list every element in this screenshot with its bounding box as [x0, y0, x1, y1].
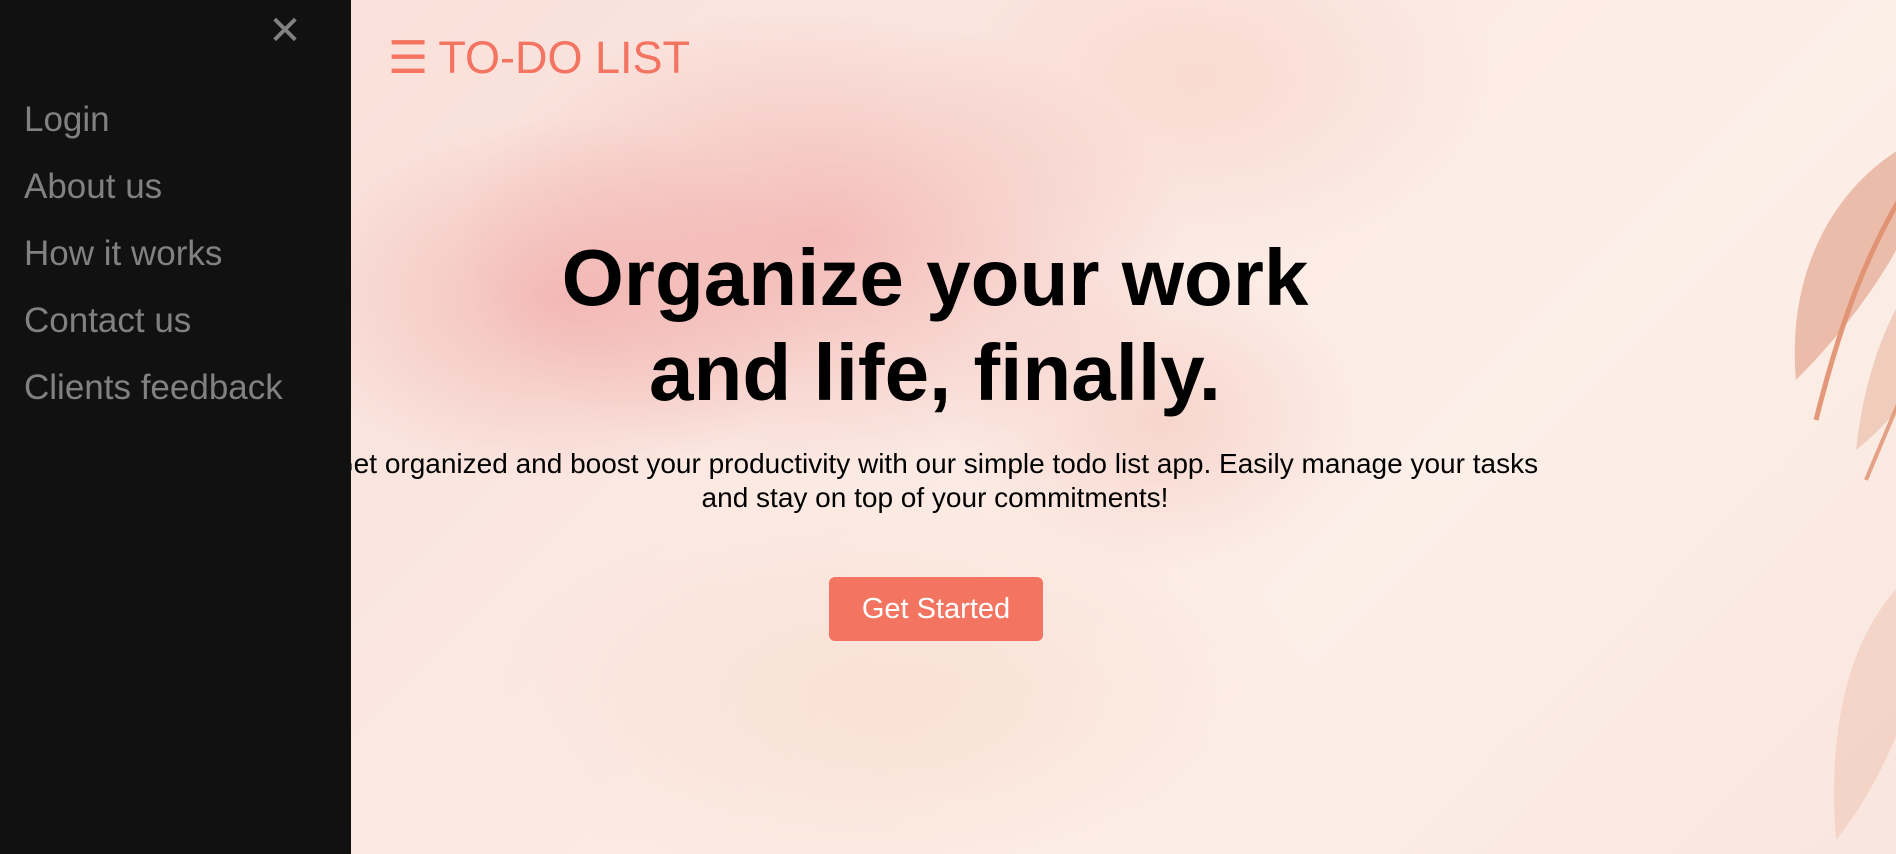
- hero-title: Organize your work and life, finally.: [350, 230, 1520, 420]
- hamburger-icon[interactable]: ☰: [388, 32, 428, 83]
- nav-item-login[interactable]: Login: [24, 86, 283, 153]
- hero-description-line-1: Get organized and boost your productivit…: [331, 448, 1539, 479]
- get-started-button[interactable]: Get Started: [829, 577, 1043, 641]
- brand-title: TO-DO LIST: [438, 32, 691, 83]
- nav-item-clients-feedback[interactable]: Clients feedback: [24, 354, 283, 421]
- side-navigation: ✕ Login About us How it works Contact us…: [0, 0, 351, 854]
- nav-item-how-it-works[interactable]: How it works: [24, 220, 283, 287]
- close-icon[interactable]: ✕: [268, 8, 302, 54]
- hero-description-line-2: and stay on top of your commitments!: [701, 482, 1169, 513]
- brand-logo[interactable]: ☰ TO-DO LIST: [388, 32, 690, 84]
- hero-title-line-1: Organize your work: [561, 233, 1309, 322]
- nav-item-contact-us[interactable]: Contact us: [24, 287, 283, 354]
- landing-page: ☰ TO-DO LIST Organize your work and life,…: [0, 0, 1896, 854]
- hero-title-line-2: and life, finally.: [649, 328, 1221, 417]
- nav-list: Login About us How it works Contact us C…: [24, 86, 283, 421]
- leaf-illustration: [1794, 151, 1896, 481]
- leaf-illustration-lower: [1834, 589, 1896, 840]
- hero-description: Get organized and boost your productivit…: [250, 447, 1620, 515]
- nav-item-about-us[interactable]: About us: [24, 153, 283, 220]
